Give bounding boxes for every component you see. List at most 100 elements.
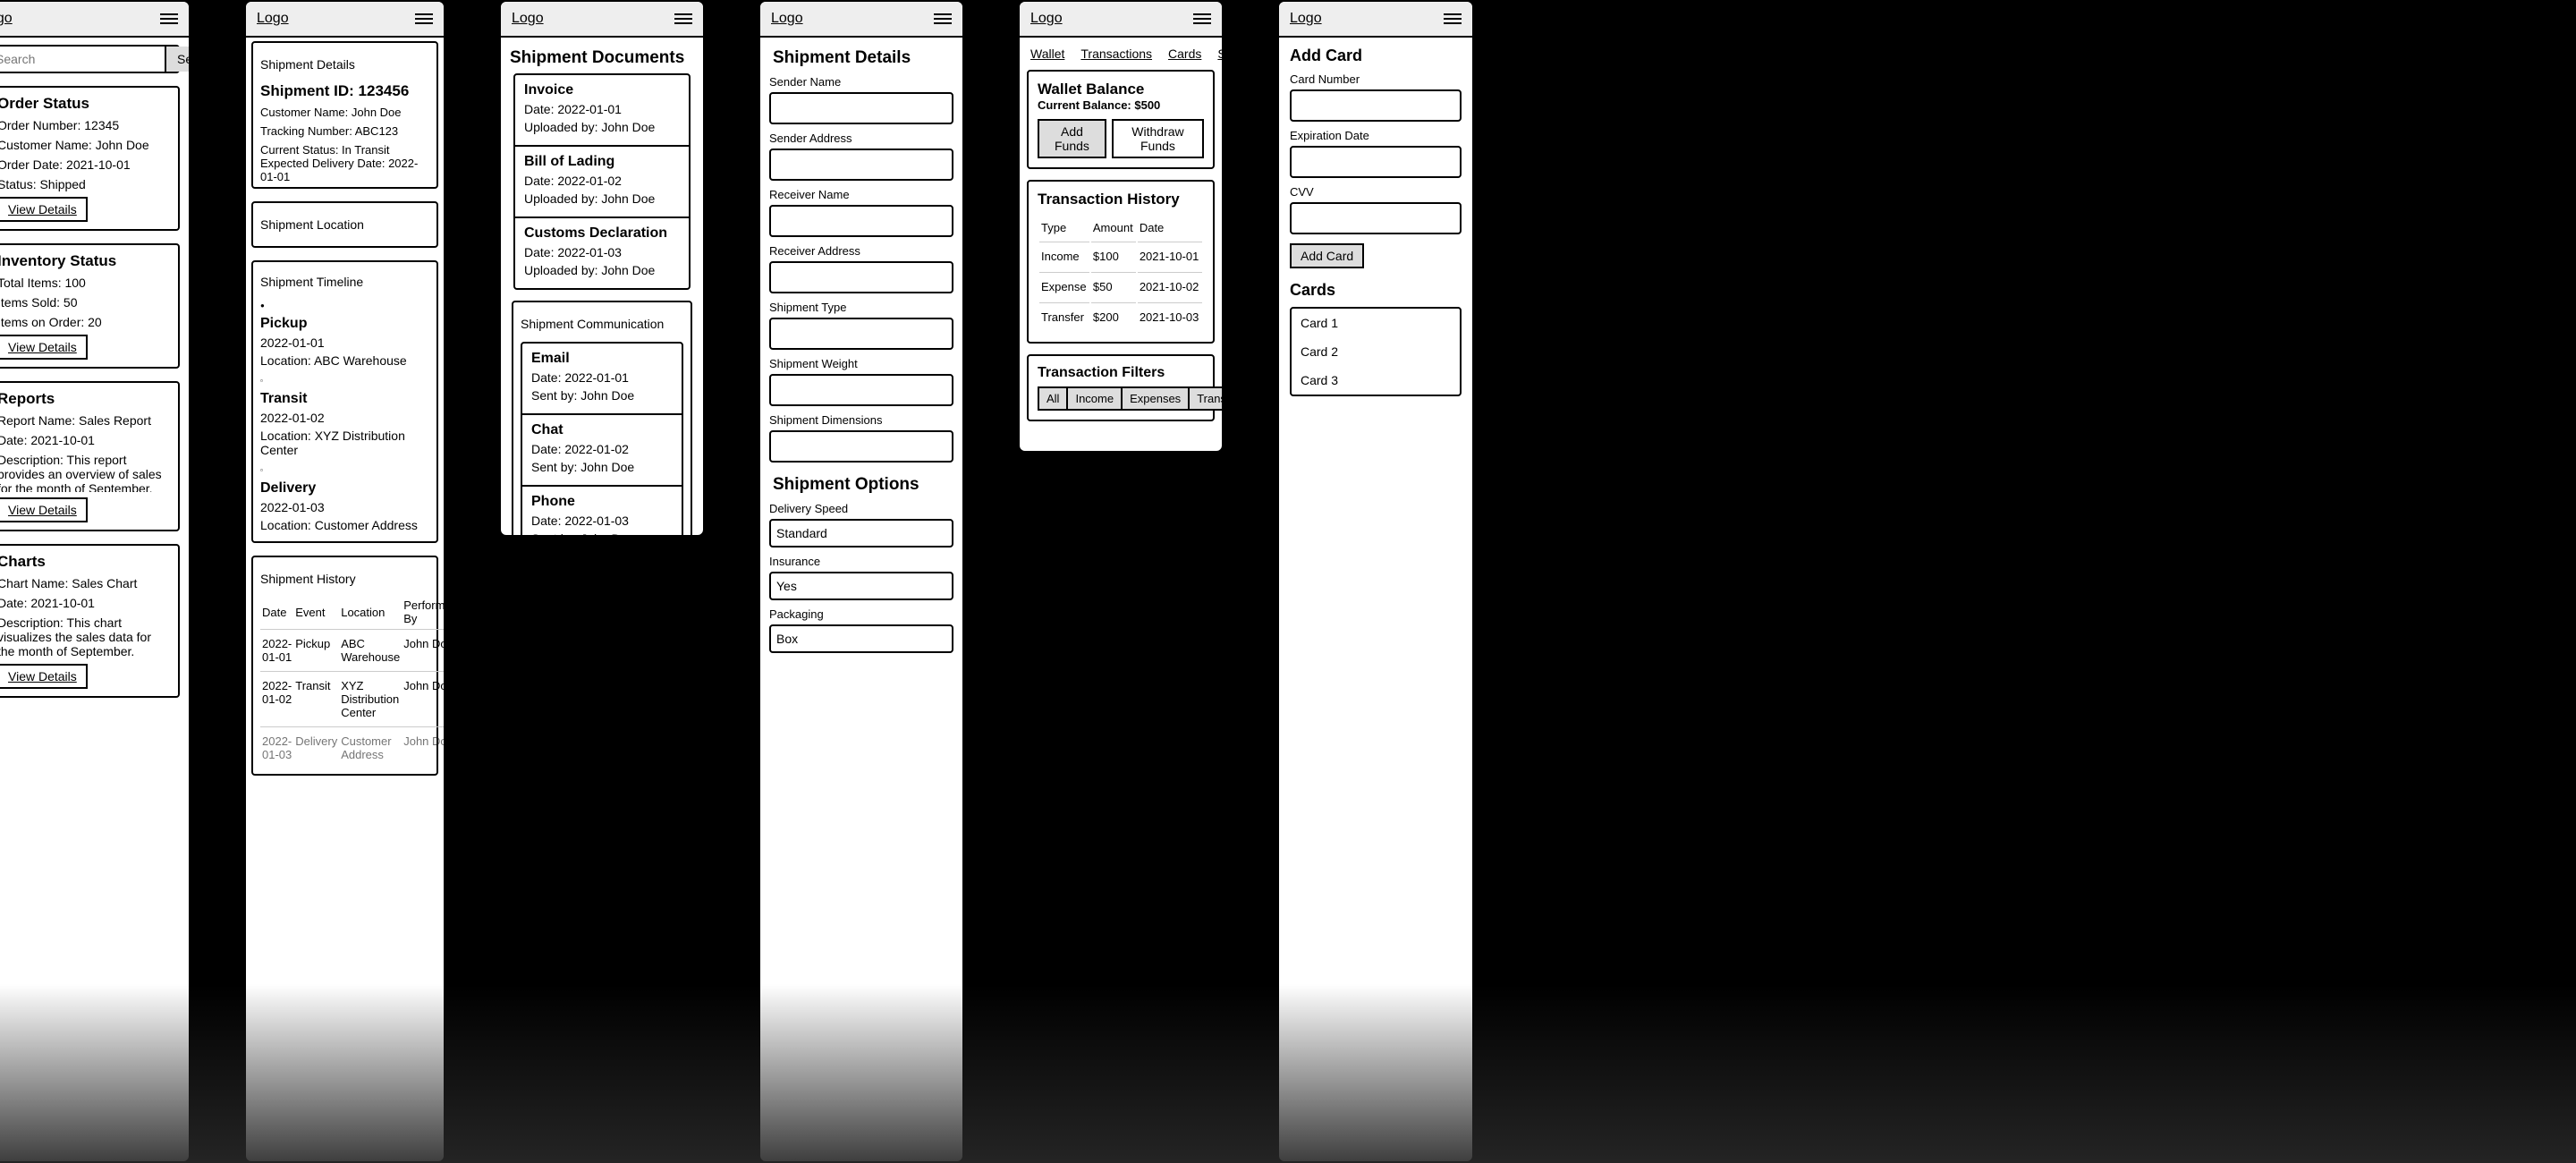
timeline-location: Location: ABC Warehouse: [260, 353, 429, 368]
square-icon: ▫: [260, 466, 263, 474]
menu-icon[interactable]: [934, 13, 952, 24]
wallet-balance-card: Wallet Balance Current Balance: $500 Add…: [1027, 70, 1215, 169]
card-title: Inventory Status: [0, 252, 169, 270]
comm-title: Phone: [531, 494, 673, 510]
phone-shipment-tracking: Logo Shipment Details Shipment ID: 12345…: [244, 0, 445, 1163]
topbar: Logo: [1279, 2, 1472, 38]
doc-title: Customs Declaration: [524, 225, 680, 242]
report-name: Report Name: Sales Report: [0, 413, 169, 428]
search-button[interactable]: Search: [165, 47, 191, 72]
logo[interactable]: Logo: [257, 11, 289, 27]
expected-delivery: Expected Delivery Date: 2022-01-01: [260, 157, 429, 182]
inventory-status-card: Inventory Status Total Items: 100 Items …: [0, 243, 180, 369]
withdraw-funds-button[interactable]: Withdraw Funds: [1112, 119, 1204, 158]
expiration-input[interactable]: [1290, 146, 1462, 178]
label-delivery-speed: Delivery Speed: [769, 502, 953, 515]
view-details-button[interactable]: View Details: [0, 664, 88, 689]
document-item[interactable]: Bill of Lading Date: 2022-01-02 Uploaded…: [515, 147, 689, 218]
shipment-dimensions-input[interactable]: [769, 430, 953, 463]
insurance-select[interactable]: [769, 572, 953, 600]
menu-icon[interactable]: [674, 13, 692, 24]
view-details-button[interactable]: View Details: [0, 197, 88, 222]
current-status: Current Status: In Transit: [260, 143, 429, 157]
receiver-address-input[interactable]: [769, 261, 953, 293]
circle-icon: ●: [260, 301, 265, 310]
card-item[interactable]: Card 2: [1292, 337, 1460, 366]
section-label: Shipment Location: [260, 214, 429, 235]
filter-all-button[interactable]: All: [1038, 386, 1068, 411]
transaction-table: Type Amount Date Income$1002021-10-01 Ex…: [1038, 214, 1204, 333]
filter-transfers-button[interactable]: Transfers: [1190, 386, 1224, 411]
balance-value: Current Balance: $500: [1038, 98, 1204, 112]
timeline-date: 2022-01-03: [260, 500, 429, 514]
sender-address-input[interactable]: [769, 149, 953, 181]
search-bar: Search: [0, 45, 180, 73]
document-item[interactable]: Invoice Date: 2022-01-01 Uploaded by: Jo…: [515, 75, 689, 147]
table-row: Income$1002021-10-01: [1039, 242, 1202, 270]
shipment-details-card: Shipment Details Shipment ID: 123456 Cus…: [251, 41, 438, 189]
table-row: Transfer$2002021-10-03: [1039, 302, 1202, 331]
shipment-weight-input[interactable]: [769, 374, 953, 406]
packaging-select[interactable]: [769, 624, 953, 653]
cards-list: Card 1 Card 2 Card 3: [1290, 307, 1462, 396]
page-title: Shipment Documents: [510, 48, 694, 68]
logo[interactable]: Logo: [512, 11, 544, 27]
col-type: Type: [1039, 216, 1089, 240]
logo[interactable]: Logo: [1290, 11, 1322, 27]
chart-desc: Description: This chart visualizes the s…: [0, 615, 169, 658]
menu-icon[interactable]: [415, 13, 433, 24]
label-shipment-dimensions: Shipment Dimensions: [769, 413, 953, 427]
filter-income-button[interactable]: Income: [1068, 386, 1123, 411]
view-details-button[interactable]: View Details: [0, 497, 88, 522]
logo[interactable]: Logo: [1030, 11, 1063, 27]
section-label: Shipment History: [260, 568, 429, 590]
search-input[interactable]: [0, 47, 165, 72]
tab-settings[interactable]: Settings: [1217, 47, 1224, 61]
card-number-input[interactable]: [1290, 89, 1462, 122]
order-date: Order Date: 2021-10-01: [0, 157, 169, 172]
phone-wallet: Logo Wallet Transactions Cards Settings …: [1018, 0, 1224, 453]
shipment-type-input[interactable]: [769, 318, 953, 350]
add-card-button[interactable]: Add Card: [1290, 243, 1364, 268]
label-receiver-name: Receiver Name: [769, 188, 953, 201]
tab-cards[interactable]: Cards: [1168, 47, 1201, 61]
tab-transactions[interactable]: Transactions: [1080, 47, 1152, 61]
filter-expenses-button[interactable]: Expenses: [1123, 386, 1190, 411]
menu-icon[interactable]: [1444, 13, 1462, 24]
receiver-name-input[interactable]: [769, 205, 953, 237]
topbar: Logo: [501, 2, 703, 38]
section-label: Shipment Timeline: [260, 271, 429, 293]
cvv-input[interactable]: [1290, 202, 1462, 234]
section-label: Shipment Details: [260, 54, 429, 75]
menu-icon[interactable]: [160, 13, 178, 24]
topbar: Logo: [760, 2, 962, 38]
menu-icon[interactable]: [1193, 13, 1211, 24]
communication-item[interactable]: Email Date: 2022-01-01 Sent by: John Doe: [522, 344, 682, 415]
view-details-button[interactable]: View Details: [0, 335, 88, 360]
comm-date: Date: 2022-01-03: [531, 514, 673, 528]
history-title: Transaction History: [1038, 191, 1204, 208]
delivery-speed-select[interactable]: [769, 519, 953, 548]
label-insurance: Insurance: [769, 555, 953, 568]
card-item[interactable]: Card 1: [1292, 309, 1460, 337]
communication-item[interactable]: Phone Date: 2022-01-03 Sent by: John Doe: [522, 487, 682, 537]
section-label: Shipment Communication: [521, 313, 683, 335]
document-item[interactable]: Customs Declaration Date: 2022-01-03 Upl…: [515, 218, 689, 288]
comm-sender: Sent by: John Doe: [531, 388, 673, 403]
logo[interactable]: ogo: [0, 11, 13, 27]
tab-wallet[interactable]: Wallet: [1030, 47, 1064, 61]
transaction-filters-card: Transaction Filters All Income Expenses …: [1027, 354, 1215, 421]
comm-date: Date: 2022-01-01: [531, 370, 673, 385]
logo[interactable]: Logo: [771, 11, 803, 27]
card-title: Charts: [0, 553, 169, 571]
shipment-history-card: Shipment History Date Event Location Per…: [251, 556, 438, 776]
card-item[interactable]: Card 3: [1292, 366, 1460, 395]
section-title: Shipment Options: [773, 475, 950, 495]
timeline-item: ▫ Transit 2022-01-02 Location: XYZ Distr…: [260, 371, 429, 457]
items-sold: Items Sold: 50: [0, 295, 169, 310]
add-funds-button[interactable]: Add Funds: [1038, 119, 1106, 158]
communication-item[interactable]: Chat Date: 2022-01-02 Sent by: John Doe: [522, 415, 682, 487]
sender-name-input[interactable]: [769, 92, 953, 124]
label-sender-address: Sender Address: [769, 132, 953, 145]
phone-add-card: Logo Add Card Card Number Expiration Dat…: [1277, 0, 1474, 1163]
